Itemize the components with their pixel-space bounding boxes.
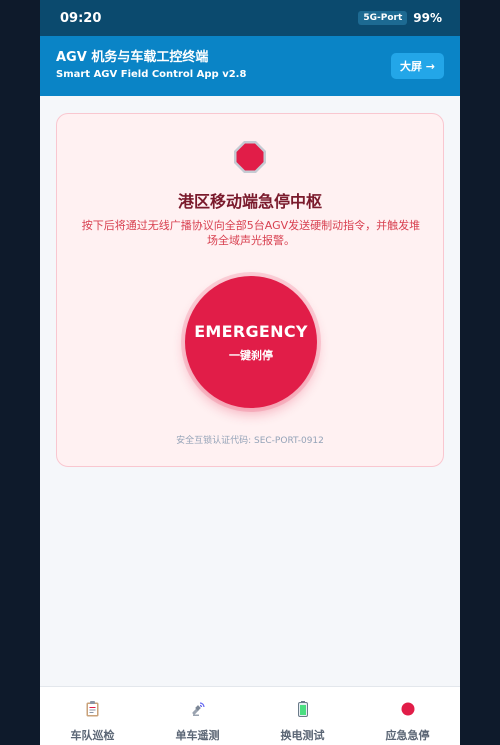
battery-level: 99% [413,11,442,25]
tab-label: 车队巡检 [70,729,115,742]
tab-label: 应急急停 [385,729,430,742]
app-header: AGV 机务与车载工控终端 Smart AGV Field Control Ap… [40,36,460,96]
emergency-button-sublabel: 一键刹停 [229,348,273,362]
app-title: AGV 机务与车载工控终端 [56,50,209,65]
tab-emergency-stop[interactable]: 应急急停 [355,687,460,745]
emergency-description: 按下后将通过无线广播协议向全部5台AGV发送硬制动指令，并触发堆场全域声光报警。 [81,219,421,247]
emergency-button-label: EMERGENCY [194,321,308,341]
battery-icon [297,701,308,717]
satellite-icon [190,701,206,717]
stop-octagon-icon [234,141,266,173]
network-badge: 5G-Port [358,11,408,25]
tab-label: 换电测试 [280,729,325,742]
emergency-title: 港区移动端急停中枢 [177,192,322,211]
emergency-card: 港区移动端急停中枢 按下后将通过无线广播协议向全部5台AGV发送硬制动指令，并触… [56,113,444,467]
tab-fleet-inspection[interactable]: 车队巡检 [40,687,145,745]
status-bar: 09:20 5G-Port 99% [40,0,460,36]
tab-label: 单车遥测 [175,729,220,742]
app-subtitle: Smart AGV Field Control App v2.8 [56,69,247,80]
tab-battery-swap-test[interactable]: 换电测试 [250,687,355,745]
bottom-tab-bar: 车队巡检 单车遥测 换电测试 应急急停 [40,686,460,745]
clock: 09:20 [60,10,102,26]
status-indicators: 5G-Port 99% [358,11,442,25]
tab-vehicle-telemetry[interactable]: 单车遥测 [145,687,250,745]
bigscreen-button[interactable]: 大屏 → [390,53,444,79]
emergency-stop-button[interactable]: EMERGENCY 一键刹停 [185,276,317,408]
clipboard-icon [86,701,99,717]
safety-cert-code: 安全互锁认证代码: SEC-PORT-0912 [176,436,324,446]
app-title-block: AGV 机务与车载工控终端 Smart AGV Field Control Ap… [56,50,246,82]
phone-screen: 09:20 5G-Port 99% AGV 机务与车载工控终端 Smart AG… [40,0,460,745]
red-circle-icon [401,701,415,717]
